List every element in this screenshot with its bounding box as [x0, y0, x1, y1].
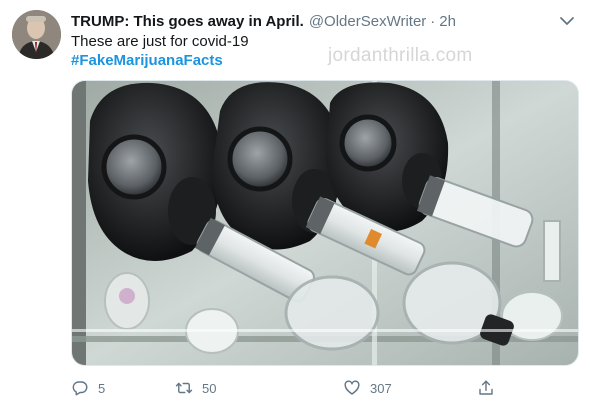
- hashtag-link[interactable]: #FakeMarijuanaFacts: [71, 52, 223, 69]
- separator-dot: ·: [430, 12, 436, 30]
- tweet-card[interactable]: TRUMP: This goes away in April. @OlderSe…: [0, 0, 590, 409]
- retweet-button[interactable]: 50: [175, 376, 216, 400]
- share-icon: [479, 380, 493, 395]
- tweet-media-image[interactable]: [71, 80, 579, 366]
- reply-button[interactable]: 5: [71, 376, 105, 400]
- tweet-header: TRUMP: This goes away in April. @OlderSe…: [71, 10, 576, 32]
- display-name[interactable]: TRUMP: This goes away in April.: [71, 13, 304, 30]
- reply-icon: [72, 381, 88, 396]
- retweet-icon: [175, 382, 193, 394]
- like-count: 307: [370, 380, 392, 396]
- chevron-down-icon[interactable]: [558, 13, 576, 29]
- user-handle[interactable]: @OlderSexWriter: [309, 13, 426, 30]
- timestamp[interactable]: 2h: [439, 13, 456, 30]
- avatar[interactable]: [12, 10, 61, 59]
- like-button[interactable]: 307: [343, 376, 392, 400]
- watermark: jordanthrilla.com: [328, 45, 473, 66]
- tweet-actions: 5 50 307: [71, 376, 511, 400]
- heart-icon: [344, 380, 360, 395]
- retweet-count: 50: [202, 380, 217, 396]
- reply-count: 5: [98, 380, 106, 396]
- share-button[interactable]: [477, 376, 495, 400]
- tweet-text: These are just for covid-19: [71, 33, 249, 50]
